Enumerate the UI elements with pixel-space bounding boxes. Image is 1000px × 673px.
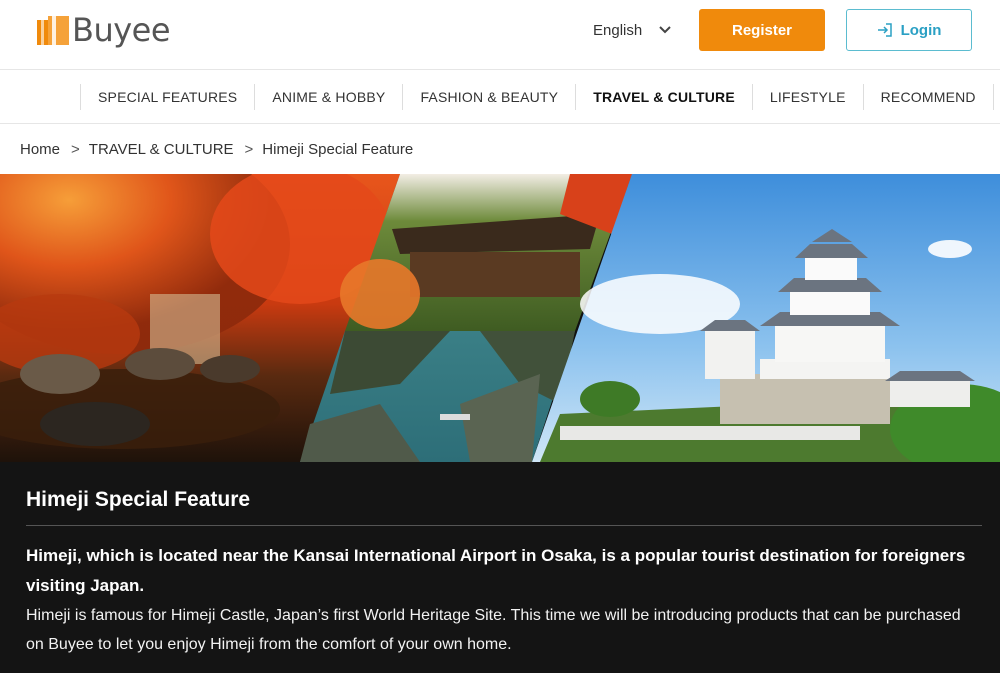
- register-button[interactable]: Register: [699, 9, 825, 51]
- breadcrumb-home[interactable]: Home: [20, 141, 60, 158]
- breadcrumb-separator: >: [71, 140, 80, 158]
- language-label: English: [593, 21, 643, 39]
- breadcrumb-current: Himeji Special Feature: [262, 140, 414, 158]
- logo-box-icon: [37, 16, 69, 45]
- hero-banner: [0, 174, 1000, 462]
- buyee-logo[interactable]: Buyee: [36, 11, 171, 49]
- logo-text: Buyee: [72, 11, 171, 49]
- page-title: Himeji Special Feature: [26, 488, 251, 511]
- login-label: Login: [900, 21, 942, 39]
- site-header: Buyee English Register Login: [0, 0, 1000, 70]
- nav-item-recommend[interactable]: RECOMMEND: [864, 84, 994, 110]
- title-divider: [26, 525, 982, 526]
- nav-item-fashion-beauty[interactable]: FASHION & BEAUTY: [403, 84, 577, 110]
- breadcrumb-category[interactable]: TRAVEL & CULTURE: [89, 141, 234, 158]
- breadcrumb-separator: >: [244, 140, 254, 158]
- feature-body-text: Himeji is famous for Himeji Castle, Japa…: [26, 607, 961, 653]
- feature-lead-text: Himeji, which is located near the Kansai…: [26, 546, 966, 595]
- category-nav: SPECIAL FEATURES ANIME & HOBBY FASHION &…: [0, 70, 1000, 124]
- login-icon: [877, 23, 892, 37]
- nav-item-anime-hobby[interactable]: ANIME & HOBBY: [255, 84, 404, 110]
- language-selector[interactable]: English: [593, 19, 674, 41]
- hero-collage-image: [0, 174, 1000, 462]
- category-nav-list: SPECIAL FEATURES ANIME & HOBBY FASHION &…: [80, 84, 994, 110]
- breadcrumb: Home > TRAVEL & CULTURE > Himeji Special…: [20, 139, 413, 159]
- login-button[interactable]: Login: [846, 9, 972, 51]
- nav-item-special-features[interactable]: SPECIAL FEATURES: [81, 84, 256, 110]
- nav-item-lifestyle[interactable]: LIFESTYLE: [753, 84, 864, 110]
- feature-intro: Himeji Special Feature Himeji, which is …: [0, 462, 1000, 673]
- chevron-down-icon: [659, 26, 671, 34]
- nav-item-travel-culture[interactable]: TRAVEL & CULTURE: [576, 84, 753, 110]
